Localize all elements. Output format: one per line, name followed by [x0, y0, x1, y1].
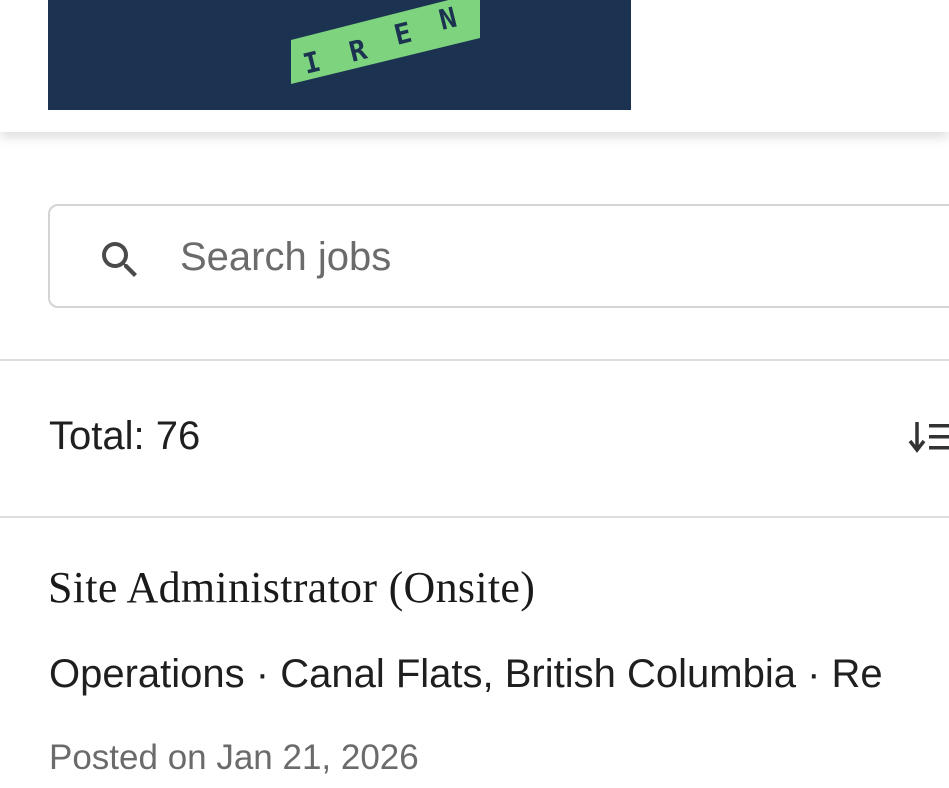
search-icon [102, 242, 137, 277]
brand-banner: I R E N [48, 0, 631, 110]
search-box[interactable] [48, 204, 949, 308]
sort-icon[interactable] [908, 418, 949, 458]
results-total: Total: 76 [49, 414, 201, 458]
job-meta: Operations · Canal Flats, British Columb… [49, 652, 883, 696]
site-header: I R E N [0, 0, 949, 132]
job-title-link[interactable]: Site Administrator (Onsite) [48, 562, 535, 613]
divider-bottom [0, 516, 949, 518]
search-input[interactable] [180, 228, 940, 286]
iren-logo[interactable]: I R E N [48, 0, 631, 110]
job-posted-date: Posted on Jan 21, 2026 [49, 738, 419, 777]
divider-top [0, 359, 949, 361]
